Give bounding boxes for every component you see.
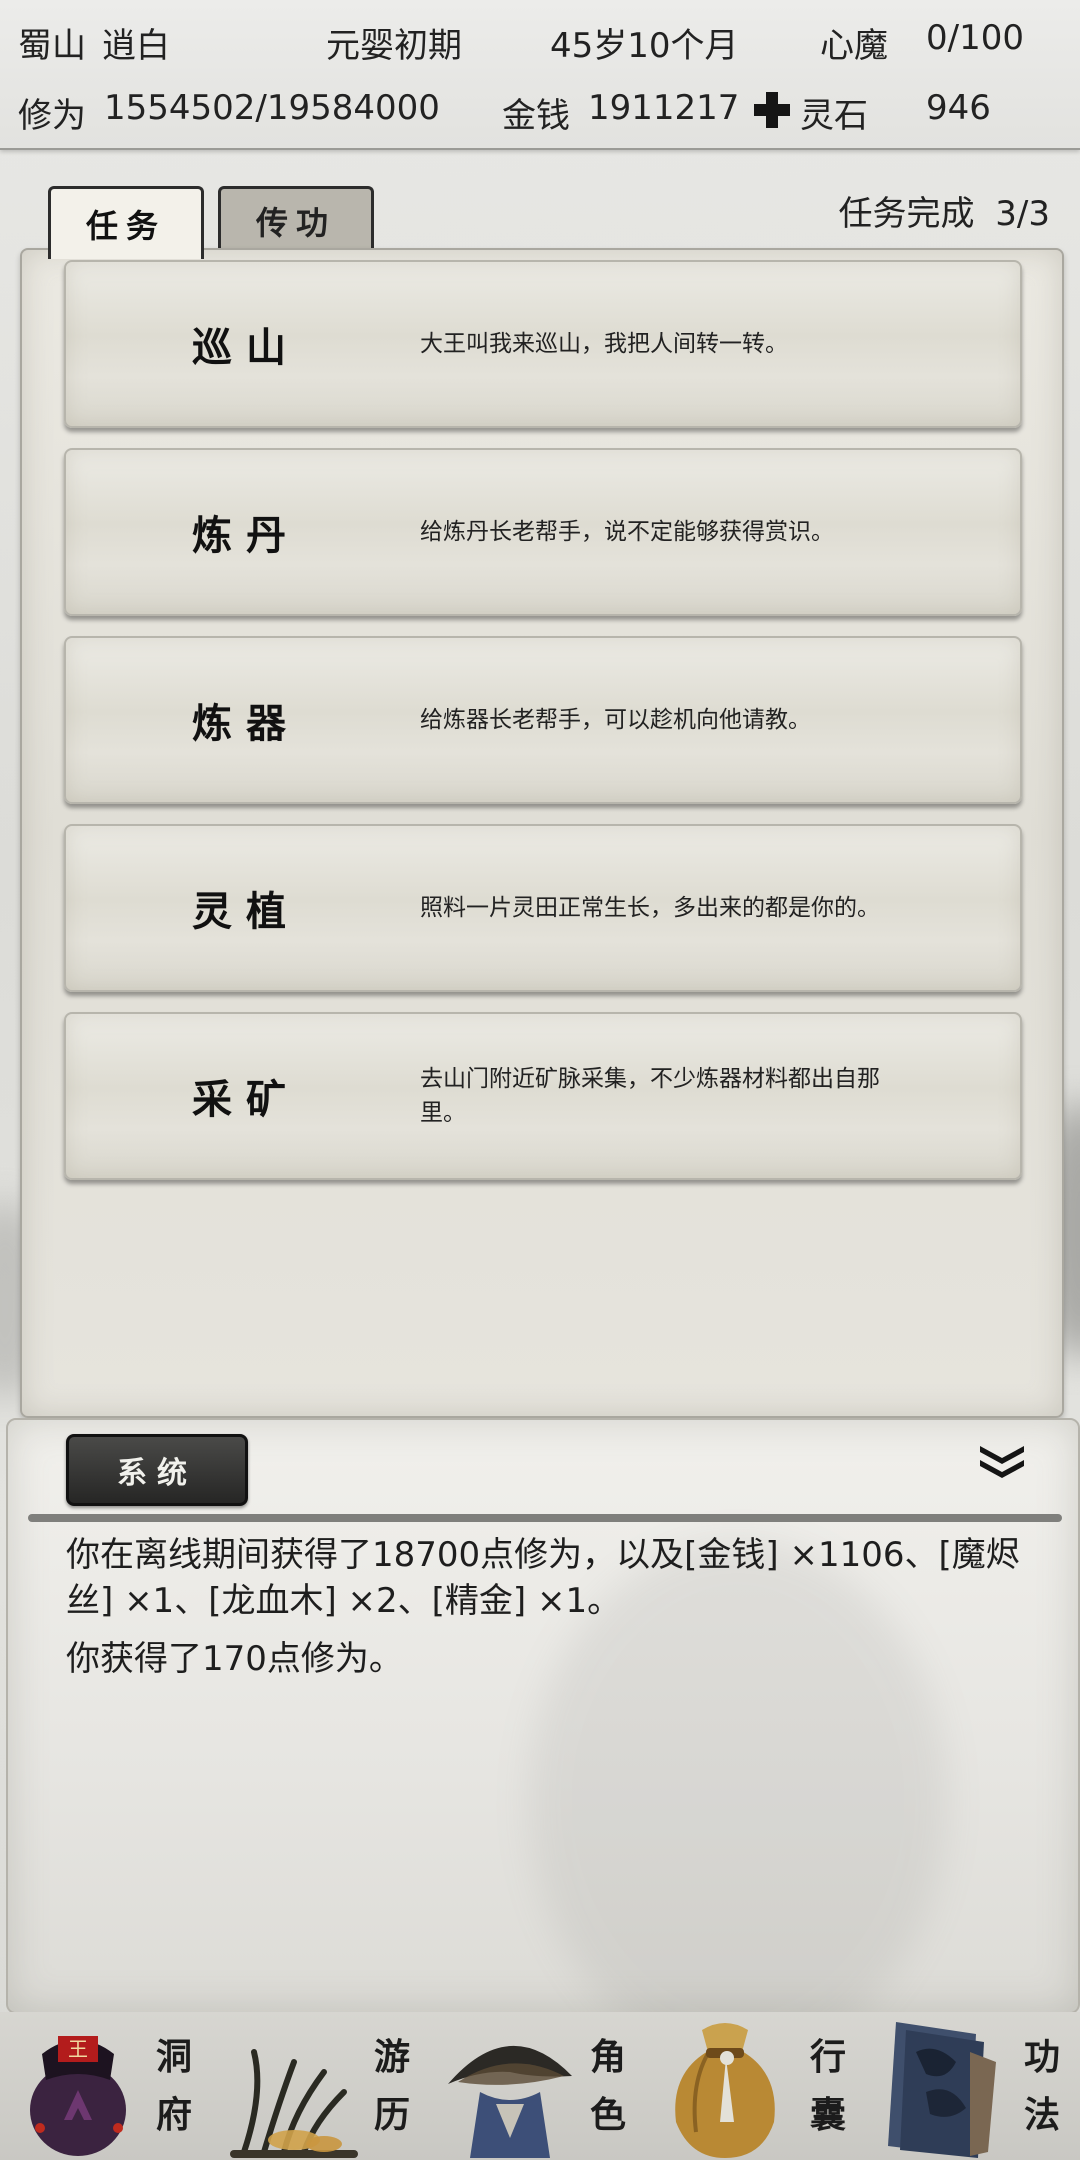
- status-bar: 蜀山 逍白 元婴初期 45岁10个月 心魔 0/100 修为 1554502/1…: [0, 0, 1080, 150]
- tab-transmit-skill[interactable]: 传功: [218, 186, 374, 253]
- heart-demon-label: 心魔: [820, 26, 888, 66]
- collapse-double-chevron-icon[interactable]: [976, 1442, 1028, 1482]
- spirit-stone-label: 灵石: [800, 96, 868, 136]
- nav-character[interactable]: 角 色: [432, 2012, 648, 2160]
- nav-label-top: 洞: [155, 2036, 192, 2078]
- cave-dwelling-icon: 王: [30, 2036, 126, 2156]
- nav-label-top: 游: [373, 2036, 410, 2078]
- player-name: 逍白: [102, 26, 170, 66]
- task-title: 炼丹: [192, 512, 300, 559]
- heart-demon-value: 0/100: [926, 18, 1024, 58]
- task-panel: 巡山 大王叫我来巡山，我把人间转一转。 炼丹 给炼丹长老帮手，说不定能够获得赏识…: [20, 248, 1064, 1418]
- nav-label-bottom: 囊: [809, 2094, 846, 2136]
- task-description: 给炼丹长老帮手，说不定能够获得赏识。: [420, 519, 834, 545]
- task-card-herb-farming[interactable]: 灵植 照料一片灵田正常生长，多出来的都是你的。: [64, 824, 1022, 992]
- tab-tasks[interactable]: 任务: [48, 186, 204, 259]
- nav-label-bottom: 法: [1023, 2094, 1060, 2136]
- svg-text:王: 王: [68, 2037, 88, 2061]
- bottom-nav: 王 洞 府 游 历 角 色 行 囊 功 法: [0, 2012, 1080, 2160]
- cultivation-value: 1554502/19584000: [104, 88, 440, 128]
- system-channel-button[interactable]: 系统: [66, 1434, 248, 1506]
- system-log-panel[interactable]: 系统 你在离线期间获得了18700点修为，以及[金钱] ×1106、[魔烬丝] …: [6, 1418, 1080, 2014]
- nav-label-bottom: 历: [373, 2094, 410, 2136]
- nav-label-bottom: 色: [589, 2094, 626, 2136]
- task-title: 巡山: [192, 324, 300, 371]
- log-message: 你获得了170点修为。: [66, 1639, 403, 1679]
- task-card-patrol[interactable]: 巡山 大王叫我来巡山，我把人间转一转。: [64, 260, 1022, 428]
- nav-cave-dwelling[interactable]: 王 洞 府: [0, 2012, 216, 2160]
- log-message: 你在离线期间获得了18700点修为，以及[金钱] ×1106、[魔烬丝] ×1、…: [66, 1535, 1020, 1621]
- nav-inventory-bag[interactable]: 行 囊: [648, 2012, 864, 2160]
- sect-name: 蜀山: [18, 26, 86, 66]
- money-value: 1911217: [588, 88, 740, 128]
- nav-label-top: 功: [1023, 2036, 1060, 2078]
- task-description: 给炼器长老帮手，可以趁机向他请教。: [420, 707, 811, 733]
- spirit-stone-value: 946: [926, 88, 991, 128]
- task-title: 灵植: [192, 888, 300, 935]
- nav-label-bottom: 府: [155, 2094, 192, 2136]
- task-description: 去山门附近矿脉采集，不少炼器材料都出自那里。: [420, 1066, 880, 1126]
- task-title: 炼器: [192, 700, 300, 747]
- task-description: 照料一片灵田正常生长，多出来的都是你的。: [420, 895, 880, 921]
- task-card-alchemy[interactable]: 炼丹 给炼丹长老帮手，说不定能够获得赏识。: [64, 448, 1022, 616]
- task-progress-value: 3/3: [995, 194, 1050, 234]
- money-label: 金钱: [502, 96, 570, 136]
- nav-label-top: 行: [809, 2036, 846, 2078]
- age-label: 45岁10个月: [550, 26, 739, 66]
- nav-travel[interactable]: 游 历: [216, 2012, 432, 2160]
- task-card-mining[interactable]: 采矿 去山门附近矿脉采集，不少炼器材料都出自那里。: [64, 1012, 1022, 1180]
- character-hat-icon: [448, 2045, 572, 2158]
- cultivation-label: 修为: [18, 96, 86, 136]
- realm-label: 元婴初期: [326, 26, 462, 66]
- travel-grass-icon: [230, 2049, 358, 2158]
- task-progress: 任务完成 3/3: [838, 186, 1050, 235]
- task-progress-label: 任务完成: [838, 194, 975, 234]
- task-description: 大王叫我来巡山，我把人间转一转。: [420, 331, 788, 357]
- task-card-forging[interactable]: 炼器 给炼器长老帮手，可以趁机向他请教。: [64, 636, 1022, 804]
- books-icon: [888, 2022, 996, 2158]
- nav-label-top: 角: [589, 2036, 626, 2078]
- plus-stone-icon: [754, 92, 790, 128]
- nav-techniques[interactable]: 功 法: [864, 2012, 1080, 2160]
- log-divider: [28, 1514, 1062, 1522]
- task-title: 采矿: [192, 1076, 300, 1123]
- bag-icon: [675, 2023, 775, 2158]
